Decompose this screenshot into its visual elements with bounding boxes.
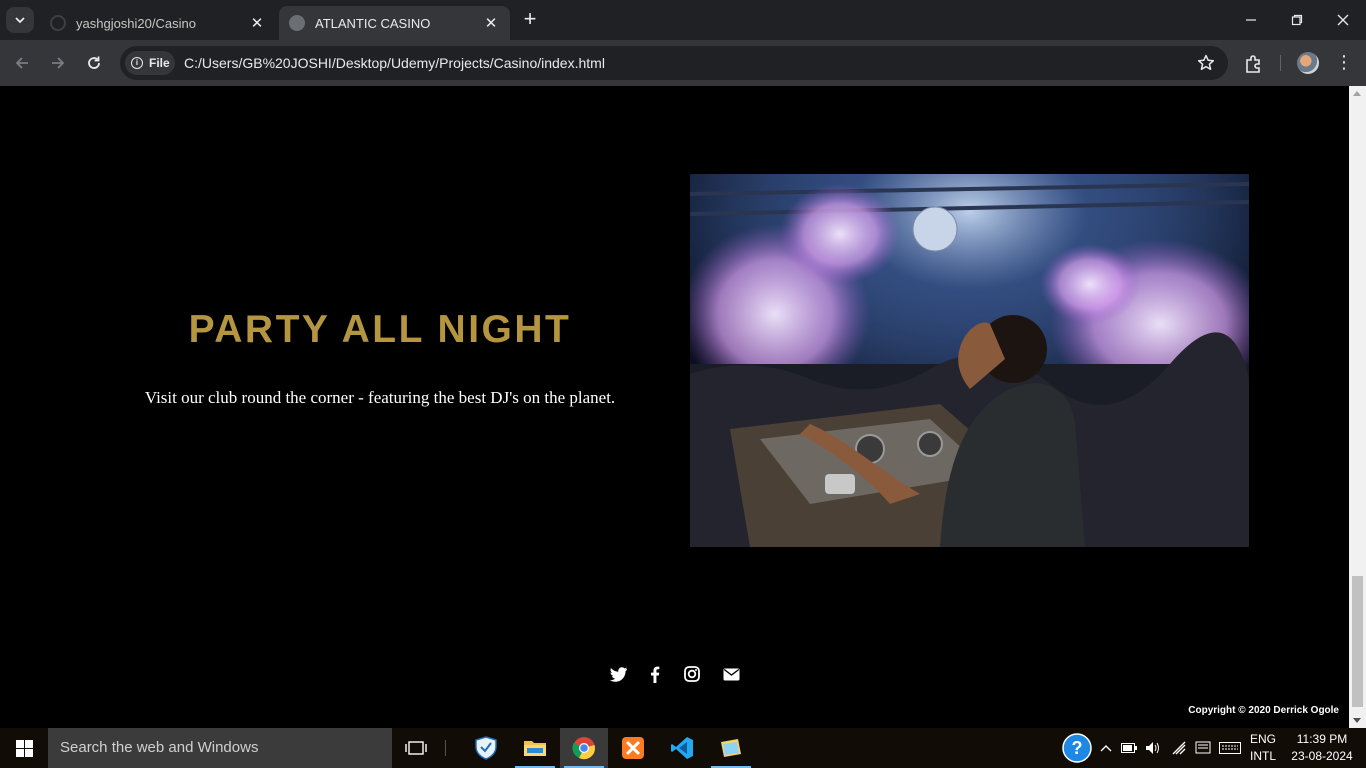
email-link[interactable] (721, 664, 741, 684)
task-view-icon (405, 741, 427, 755)
notifications-button[interactable] (1192, 728, 1214, 768)
taskbar-app-photos[interactable] (707, 728, 755, 768)
chrome-icon (572, 737, 595, 760)
scroll-down-arrow-icon[interactable] (1353, 718, 1361, 723)
browser-tab-bar: yashgjoshi20/Casino ✕ ATLANTIC CASINO ✕ … (0, 0, 1366, 40)
scrollbar-thumb[interactable] (1352, 576, 1363, 707)
info-icon: i (131, 57, 143, 69)
twitter-icon (609, 666, 627, 682)
scroll-up-arrow-icon[interactable] (1353, 91, 1361, 96)
minimize-button[interactable] (1228, 0, 1274, 40)
copyright-text: Copyright © 2020 Derrick Ogole (1188, 705, 1339, 716)
tray-expand-button[interactable] (1096, 728, 1116, 768)
instagram-icon (684, 666, 700, 682)
keyboard-button[interactable] (1217, 728, 1243, 768)
shield-app-icon (475, 736, 497, 760)
club-dj-photo (690, 174, 1249, 547)
vscode-icon (671, 737, 693, 759)
battery-button[interactable] (1118, 728, 1140, 768)
wifi-icon (1172, 741, 1186, 755)
windows-taskbar: Search the web and Windows ? ENG INTL 11… (0, 728, 1366, 768)
windows-logo-icon (15, 739, 33, 757)
page-scrollbar[interactable] (1349, 86, 1366, 728)
puzzle-icon (1246, 55, 1260, 73)
tab-github[interactable]: yashgjoshi20/Casino ✕ (40, 6, 276, 40)
clock[interactable]: 11:39 PM 23-08-2024 (1286, 732, 1358, 763)
language-indicator[interactable]: ENG INTL (1246, 732, 1280, 763)
help-button[interactable]: ? (1054, 728, 1100, 768)
extensions-button[interactable] (1243, 53, 1265, 75)
email-icon (723, 668, 739, 680)
forward-button[interactable] (44, 49, 72, 77)
tab-search-button[interactable] (6, 7, 34, 33)
browser-toolbar: i File C:/Users/GB%20JOSHI/Desktop/Udemy… (0, 40, 1366, 86)
tab-atlantic-casino[interactable]: ATLANTIC CASINO ✕ (279, 6, 510, 40)
svg-text:?: ? (1072, 738, 1083, 758)
browser-menu-button[interactable]: ⋮ (1334, 52, 1354, 74)
minimize-icon (1246, 19, 1256, 21)
battery-icon (1121, 743, 1137, 753)
taskbar-search-box[interactable]: Search the web and Windows (48, 728, 392, 768)
help-icon: ? (1062, 733, 1092, 763)
keyboard-layout: INTL (1249, 749, 1276, 763)
section-description: Visit our club round the corner - featur… (144, 388, 616, 407)
site-info-chip[interactable]: i File (125, 51, 175, 75)
network-button[interactable] (1168, 728, 1190, 768)
bookmark-star-button[interactable] (1196, 53, 1216, 73)
close-icon (1337, 14, 1349, 26)
address-bar[interactable]: i File C:/Users/GB%20JOSHI/Desktop/Udemy… (120, 46, 1228, 80)
close-tab-button[interactable]: ✕ (480, 12, 502, 34)
taskbar-app-chrome[interactable] (560, 728, 608, 768)
taskbar-app-xampp[interactable] (609, 728, 657, 768)
speaker-icon (1146, 742, 1159, 754)
toolbar-divider (1280, 55, 1281, 71)
taskbar-app-security[interactable] (462, 728, 510, 768)
facebook-link[interactable] (645, 664, 665, 684)
taskbar-app-vscode[interactable] (658, 728, 706, 768)
back-button[interactable] (8, 49, 36, 77)
new-tab-button[interactable]: + (518, 8, 542, 32)
web-page: PARTY ALL NIGHT Visit our club round the… (0, 86, 1349, 728)
tab-title: ATLANTIC CASINO (315, 15, 431, 31)
volume-button[interactable] (1142, 728, 1164, 768)
globe-icon (289, 15, 305, 31)
keyboard-icon (1219, 742, 1241, 754)
profile-avatar[interactable] (1297, 52, 1319, 74)
facebook-icon (651, 666, 660, 683)
reload-button[interactable] (80, 49, 108, 77)
arrow-right-icon (52, 57, 65, 69)
task-view-button[interactable] (392, 728, 440, 768)
language-code: ENG (1249, 732, 1276, 746)
close-tab-button[interactable]: ✕ (246, 12, 268, 34)
chevron-down-icon (15, 17, 25, 24)
star-icon (1197, 54, 1215, 71)
tab-title: yashgjoshi20/Casino (76, 15, 196, 31)
twitter-link[interactable] (608, 664, 628, 684)
chevron-up-icon (1100, 745, 1112, 752)
clock-time: 11:39 PM (1296, 732, 1348, 746)
reload-icon (88, 56, 100, 69)
folder-icon (524, 741, 546, 756)
section-heading: PARTY ALL NIGHT (188, 308, 572, 351)
start-button[interactable] (0, 728, 48, 768)
taskbar-divider (445, 740, 446, 756)
arrow-left-icon (15, 57, 28, 69)
github-icon (50, 15, 66, 31)
xampp-icon (622, 737, 644, 759)
message-icon (1195, 741, 1211, 754)
site-chip-label: File (149, 56, 170, 70)
restore-icon (1291, 14, 1303, 26)
photo-stack-icon (721, 739, 741, 757)
close-window-button[interactable] (1320, 0, 1366, 40)
restore-button[interactable] (1274, 0, 1320, 40)
taskbar-app-file-explorer[interactable] (511, 728, 559, 768)
url-text[interactable]: C:/Users/GB%20JOSHI/Desktop/Udemy/Projec… (184, 46, 605, 80)
instagram-link[interactable] (682, 664, 702, 684)
clock-date: 23-08-2024 (1291, 749, 1353, 763)
